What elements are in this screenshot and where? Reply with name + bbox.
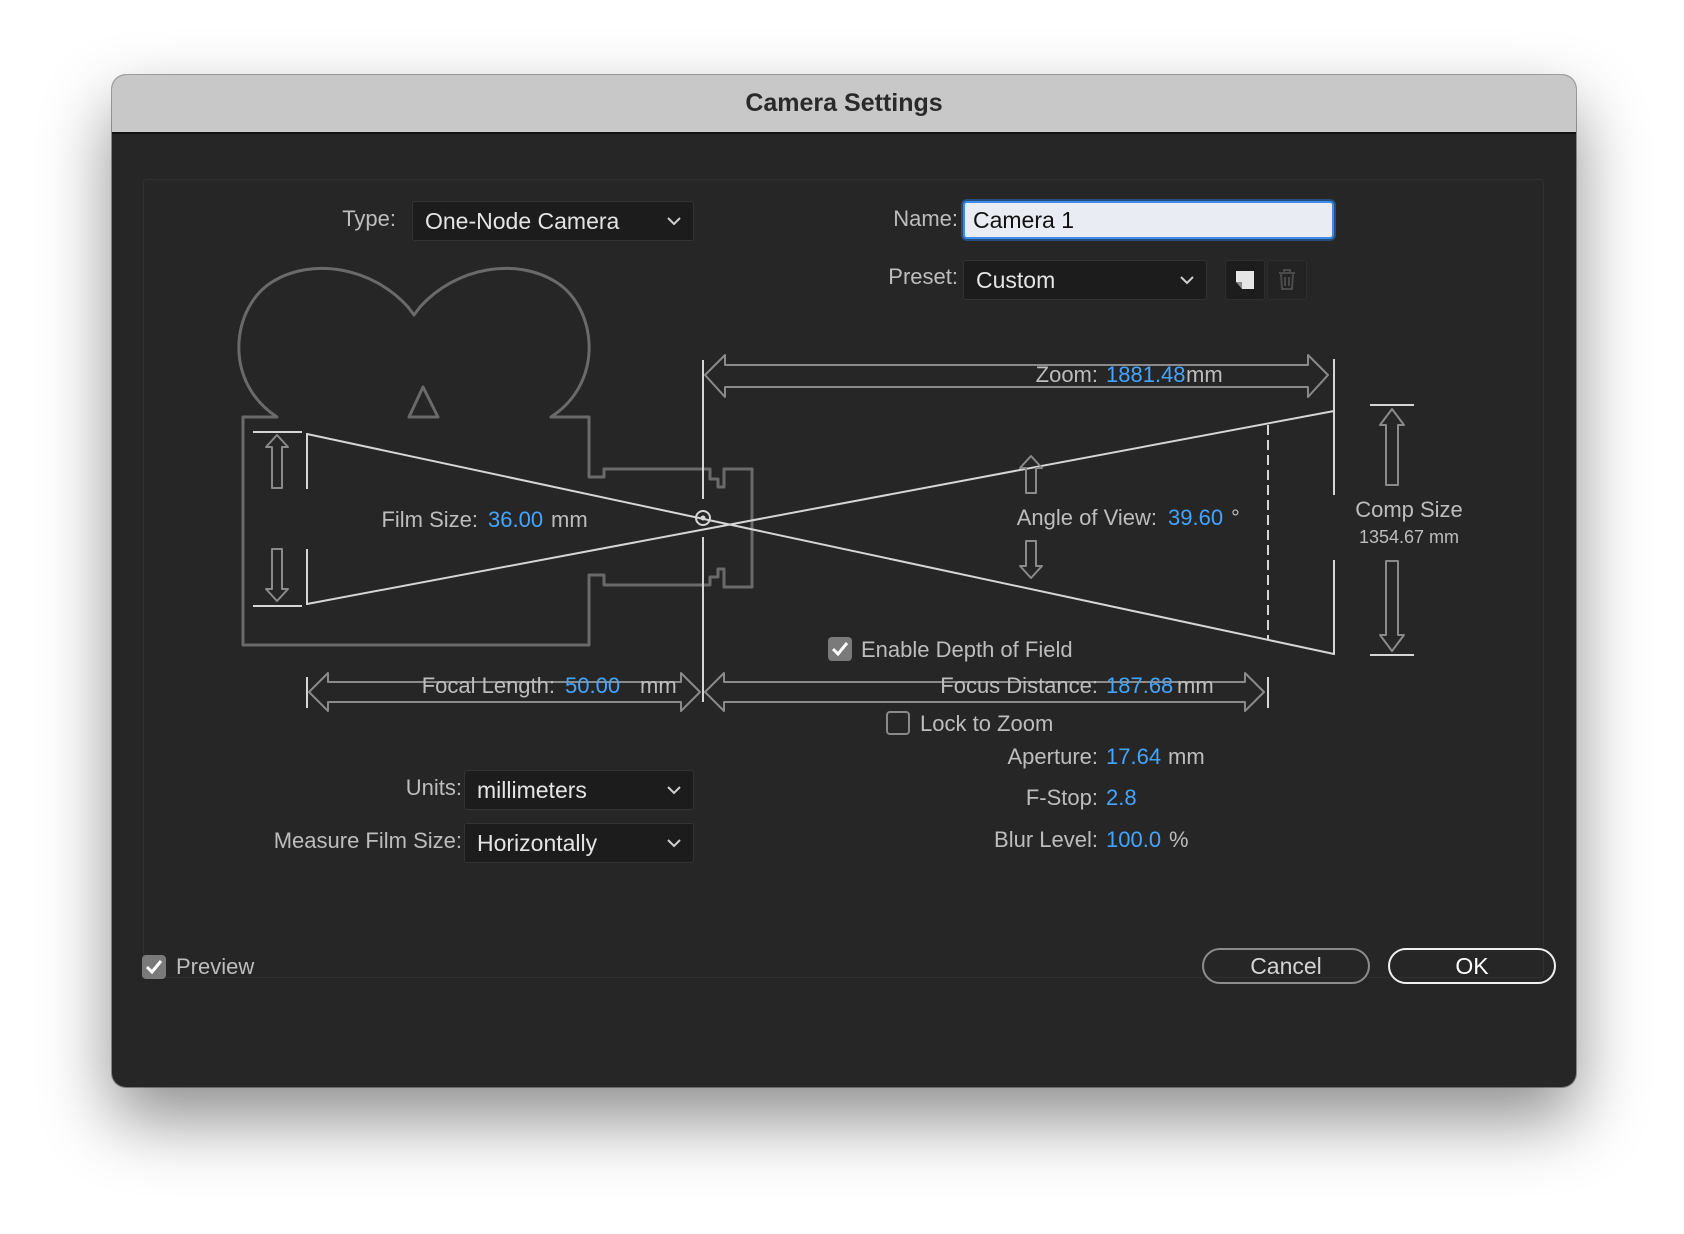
preset-dropdown[interactable]: Custom (963, 260, 1207, 300)
chevron-down-icon (667, 839, 681, 848)
comp-size-label: Comp Size (1355, 497, 1463, 522)
type-label: Type: (342, 206, 396, 231)
measure-film-size-label: Measure Film Size: (273, 828, 462, 853)
enable-dof-label[interactable]: Enable Depth of Field (861, 637, 1073, 663)
chevron-down-icon (667, 786, 681, 795)
aperture-label: Aperture: (1007, 744, 1099, 769)
chevron-down-icon (1180, 276, 1194, 285)
checkmark-icon (145, 960, 163, 975)
camera-diagram (237, 266, 1414, 712)
aperture-value[interactable]: 17.64 (1106, 744, 1161, 770)
delete-preset-button[interactable] (1267, 260, 1307, 300)
camera-body-outline (237, 266, 754, 647)
angle-of-view-label: Angle of View: (1016, 505, 1157, 530)
zoom-label: Zoom: (1035, 362, 1098, 387)
focal-length-label: Focal Length: (421, 673, 555, 698)
enable-dof-checkbox[interactable] (828, 637, 852, 661)
units-value: millimeters (477, 777, 587, 803)
zoom-arrow (704, 354, 1329, 398)
film-size-label: Film Size: (381, 507, 478, 532)
blur-level-value[interactable]: 100.0 (1106, 827, 1161, 853)
fstop-value[interactable]: 2.8 (1106, 785, 1137, 811)
type-dropdown[interactable]: One-Node Camera (412, 201, 694, 241)
viewfinder-triangle (407, 385, 440, 419)
blur-level-unit: % (1169, 827, 1189, 852)
units-dropdown[interactable]: millimeters (464, 770, 694, 810)
name-label: Name: (893, 206, 958, 231)
angle-of-view-unit: ° (1231, 505, 1240, 530)
name-input[interactable] (963, 201, 1334, 239)
preview-label[interactable]: Preview (176, 954, 254, 980)
save-preset-icon (1236, 271, 1254, 289)
focal-length-unit: mm (640, 673, 677, 698)
units-label: Units: (405, 775, 462, 800)
cancel-button[interactable]: Cancel (1202, 948, 1370, 984)
measure-film-size-value: Horizontally (477, 830, 598, 856)
film-size-value[interactable]: 36.00 (488, 507, 543, 533)
checkmark-icon (831, 642, 849, 657)
ok-button[interactable]: OK (1388, 948, 1556, 984)
aperture-unit: mm (1168, 744, 1205, 769)
save-preset-button[interactable] (1225, 260, 1265, 300)
blur-level-label: Blur Level: (994, 827, 1098, 852)
focal-length-value[interactable]: 50.00 (565, 673, 620, 699)
focus-distance-unit: mm (1177, 673, 1214, 698)
measure-film-size-dropdown[interactable]: Horizontally (464, 823, 694, 863)
chevron-down-icon (667, 217, 681, 226)
fstop-label: F-Stop: (1025, 785, 1098, 810)
film-size-unit: mm (551, 507, 588, 532)
camera-settings-dialog: Camera Settings Type: One-Node Camera Na… (112, 75, 1576, 1087)
preview-checkbox[interactable] (142, 955, 166, 979)
zoom-unit: mm (1186, 362, 1223, 387)
preset-label: Preset: (888, 264, 958, 289)
angle-of-view-value[interactable]: 39.60 (1168, 505, 1223, 531)
comp-size-value: 1354.67 mm (1358, 527, 1460, 547)
zoom-value[interactable]: 1881.48 (1106, 362, 1186, 388)
trash-icon (1279, 269, 1295, 290)
focus-distance-value[interactable]: 187.68 (1106, 673, 1173, 699)
preset-value: Custom (976, 267, 1056, 293)
type-value: One-Node Camera (425, 208, 620, 234)
lock-to-zoom-label[interactable]: Lock to Zoom (920, 711, 1053, 737)
lock-to-zoom-checkbox[interactable] (886, 711, 910, 735)
focus-distance-label: Focus Distance: (940, 673, 1098, 698)
